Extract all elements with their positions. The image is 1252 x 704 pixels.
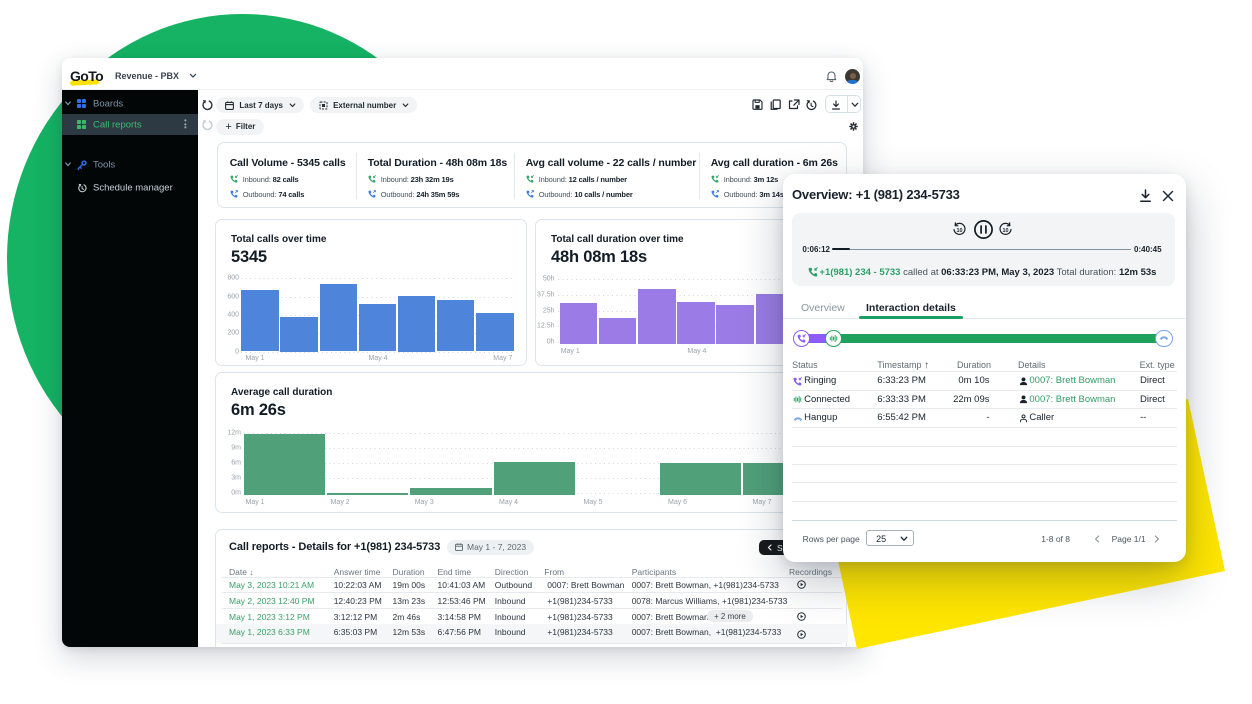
svg-text:10: 10 — [957, 228, 963, 234]
svg-text:10: 10 — [1003, 228, 1009, 234]
